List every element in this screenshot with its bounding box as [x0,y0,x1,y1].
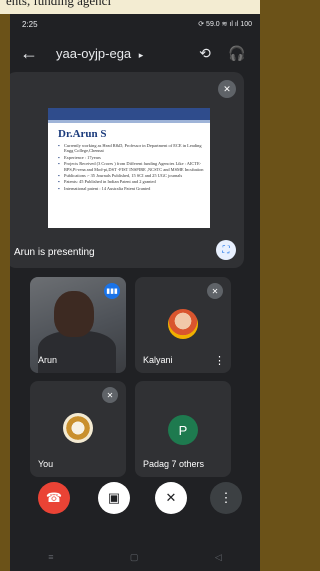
camera-off-button[interactable]: ▣ [98,482,130,514]
slide-bullet: International patent : 14 Australia Pate… [58,186,204,192]
participant-tile-kalyani[interactable]: ✕ Kalyani ⋮ [135,277,231,373]
meeting-code[interactable]: yaa-oyjp-ega ▸ [56,46,186,61]
more-options-button[interactable]: ⋮ [210,482,242,514]
status-bar: 2:25 ⟳ 59.0 ≋ ıl ıl 100 [10,14,260,34]
phone-screen: 2:25 ⟳ 59.0 ≋ ıl ıl 100 ← yaa-oyjp-ega ▸… [10,14,260,571]
participant-name: Arun [38,355,58,365]
participant-video-head [54,291,94,337]
audio-output-icon[interactable]: 🎧 [224,45,250,62]
slide-bullet: Patents: 45 Published in Indian Patent a… [58,179,204,185]
chevron-right-icon: ▸ [138,49,144,60]
nav-back-icon[interactable]: ◁ [215,552,222,563]
expand-icon[interactable]: ⛶ [216,240,236,260]
background-document-text: ents, funding agenci [6,0,112,8]
slide-bullet: Currently working as Head R&D, Professor… [58,143,204,154]
participant-name: You [38,459,54,469]
mic-off-icon: ✕ [102,387,118,403]
participant-tile-arun[interactable]: ▮▮▮ Arun [30,277,126,373]
status-time: 2:25 [22,19,38,29]
nav-recent-icon[interactable]: ≡ [48,552,53,562]
meeting-top-bar: ← yaa-oyjp-ega ▸ ⟲ 🎧 [10,34,260,72]
meeting-code-text: yaa-oyjp-ega [56,45,132,61]
back-arrow-icon[interactable]: ← [20,43,46,64]
slide-header-stripe [48,120,210,123]
avatar [168,309,198,339]
slide-bullet: Publications :- 35 Journals Published, 1… [58,173,204,179]
participant-tile-others[interactable]: P Padag 7 others [135,381,231,477]
avatar: P [168,415,198,445]
android-nav-bar: ≡ ▢ ◁ [10,546,260,568]
status-indicators: ⟳ 59.0 ≋ ıl ıl 100 [198,21,252,28]
slide-bullet: Projects Received (3 Crores ) from Diffe… [58,161,204,172]
participant-video-body [38,331,116,373]
end-call-button[interactable]: ☎ [38,482,70,514]
avatar [63,413,93,443]
presentation-tile[interactable]: ✕ Dr.Arun S Currently working as Head R&… [10,72,244,268]
mic-off-icon: ✕ [218,80,236,98]
slide-header-band [48,108,210,120]
call-controls: ☎ ▣ ✕ ⋮ [10,482,260,522]
switch-camera-icon[interactable]: ⟲ [192,45,218,62]
participant-name: Padag 7 others [143,459,205,469]
shared-slide: Dr.Arun S Currently working as Head R&D,… [48,108,210,228]
participant-name: Kalyani [143,355,173,365]
mic-off-button[interactable]: ✕ [155,482,187,514]
slide-title: Dr.Arun S [58,128,107,140]
more-options-icon[interactable]: ⋮ [214,354,225,367]
slide-bullet: Experience : 17years [58,155,204,161]
participant-tile-you[interactable]: ✕ You [30,381,126,477]
nav-home-icon[interactable]: ▢ [130,552,139,563]
mic-off-icon: ✕ [207,283,223,299]
background-document: ents, funding agenci [0,0,260,14]
speaking-indicator-icon: ▮▮▮ [104,283,120,299]
slide-bullet-list: Currently working as Head R&D, Professor… [58,143,204,192]
presenting-caption: Arun is presenting [14,247,95,258]
